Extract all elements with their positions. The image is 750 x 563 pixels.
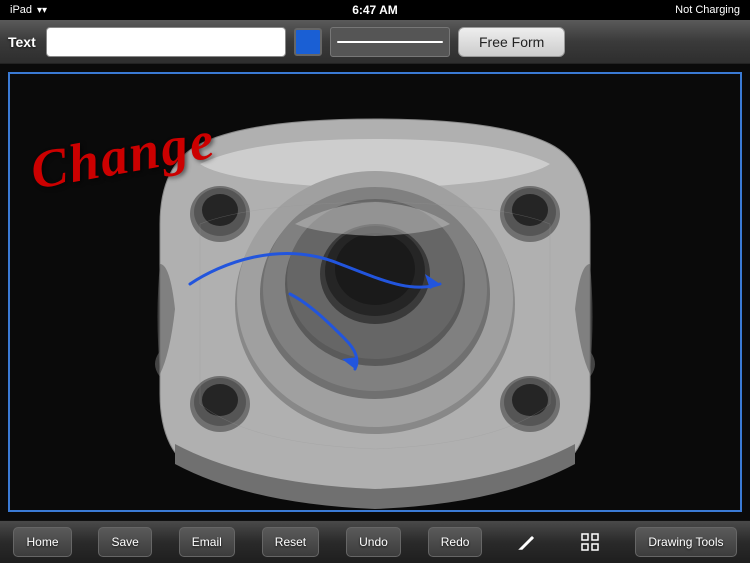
stroke-line bbox=[337, 41, 443, 43]
undo-button[interactable]: Undo bbox=[346, 527, 401, 557]
status-bar: iPad ▾▾ 6:47 AM Not Charging bbox=[0, 0, 750, 20]
color-swatch[interactable] bbox=[294, 28, 322, 56]
canvas-area[interactable]: Change bbox=[0, 64, 750, 520]
status-time: 6:47 AM bbox=[352, 3, 398, 17]
grid-button[interactable] bbox=[572, 527, 608, 557]
grid-icon bbox=[580, 532, 600, 552]
home-button[interactable]: Home bbox=[13, 527, 71, 557]
text-input[interactable] bbox=[46, 27, 286, 57]
reset-button[interactable]: Reset bbox=[262, 527, 319, 557]
wifi-icon: ▾▾ bbox=[37, 5, 47, 16]
text-label: Text bbox=[8, 34, 38, 50]
free-form-button[interactable]: Free Form bbox=[458, 27, 565, 57]
pen-icon bbox=[517, 532, 537, 552]
email-button[interactable]: Email bbox=[179, 527, 235, 557]
battery-status: Not Charging bbox=[675, 4, 740, 16]
status-left: iPad ▾▾ bbox=[10, 4, 47, 16]
drawing-tools-button[interactable]: Drawing Tools bbox=[635, 527, 736, 557]
device-label: iPad bbox=[10, 4, 32, 16]
bottom-toolbar: Home Save Email Reset Undo Redo Drawing … bbox=[0, 520, 750, 563]
toolbar: Text Free Form bbox=[0, 20, 750, 64]
redo-button[interactable]: Redo bbox=[428, 527, 483, 557]
pen-tool-button[interactable] bbox=[509, 527, 545, 557]
stroke-width-bar[interactable] bbox=[330, 27, 450, 57]
save-button[interactable]: Save bbox=[98, 527, 151, 557]
